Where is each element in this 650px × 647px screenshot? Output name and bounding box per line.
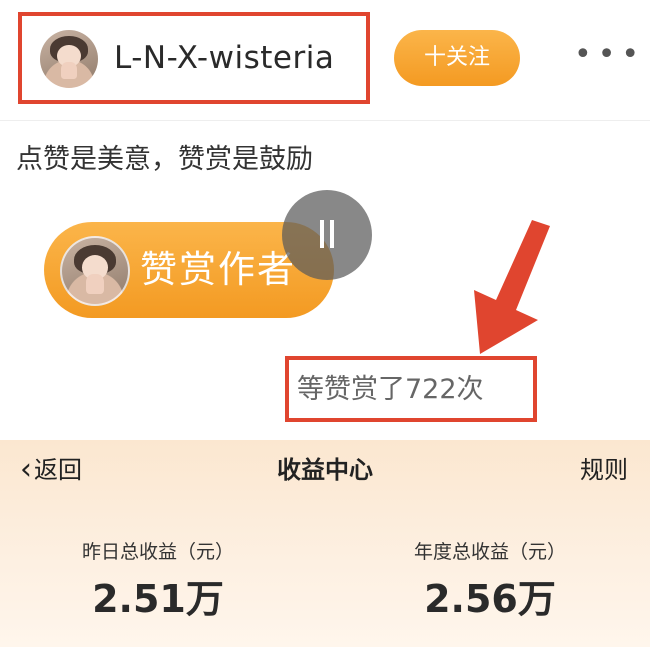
tip-motto: 点赞是美意，赞赏是鼓励	[16, 144, 313, 175]
pause-bar	[320, 220, 324, 248]
chevron-left-icon: ‹	[20, 452, 32, 487]
tip-count-text: 等赞赏了722次	[297, 374, 484, 405]
avatar-hands	[60, 61, 78, 80]
back-label: 返回	[34, 456, 82, 484]
tip-count-highlight-box: 等赞赏了722次	[285, 356, 537, 422]
tip-button-avatar	[60, 236, 130, 306]
back-button[interactable]: ‹返回	[20, 450, 82, 490]
tip-author-label: 赞赏作者	[140, 248, 296, 291]
avatar-hands	[85, 274, 105, 295]
page-title: 收益中心	[277, 456, 373, 484]
stat-label: 昨日总收益（元）	[81, 541, 234, 563]
author-avatar[interactable]	[40, 30, 98, 88]
stat-label: 年度总收益（元）	[413, 541, 566, 563]
author-highlight-box: L-N-X-wisteria	[18, 12, 370, 104]
annual-income-stat: 年度总收益（元） 2.56万	[390, 538, 590, 622]
stat-value: 2.56万	[424, 577, 556, 621]
divider	[0, 120, 650, 121]
post-screen: L-N-X-wisteria 十关注 ••• 点赞是美意，赞赏是鼓励 赞赏作者 …	[0, 0, 650, 440]
pause-icon[interactable]	[282, 190, 372, 280]
more-dots-icon[interactable]: •••	[574, 40, 639, 76]
author-username[interactable]: L-N-X-wisteria	[114, 38, 334, 78]
red-arrow-icon	[474, 220, 550, 354]
yesterday-income-stat: 昨日总收益（元） 2.51万	[58, 538, 258, 622]
rules-link[interactable]: 规则	[580, 450, 628, 490]
pause-bar	[330, 220, 334, 248]
follow-button[interactable]: 十关注	[394, 30, 520, 86]
stat-value: 2.51万	[92, 577, 224, 621]
income-center-panel: ‹返回 收益中心 规则 昨日总收益（元） 2.51万 年度总收益（元） 2.56…	[0, 440, 650, 647]
